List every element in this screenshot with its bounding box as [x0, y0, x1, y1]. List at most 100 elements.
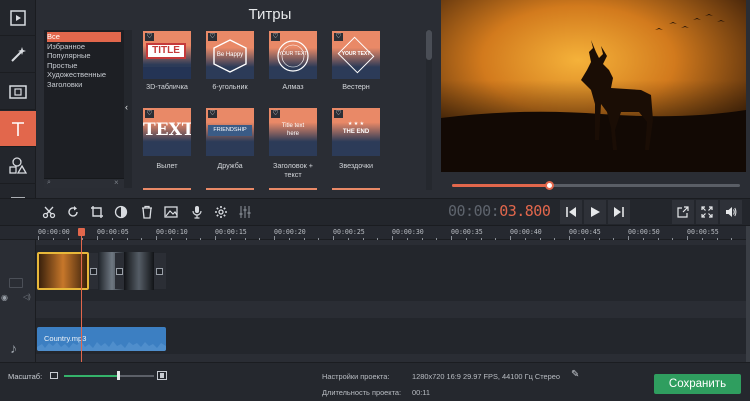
- timecode: 00:00:03.800: [448, 202, 551, 220]
- ruler-tick: [495, 238, 497, 240]
- equalizer-button[interactable]: [234, 201, 256, 223]
- ruler-tick: [259, 238, 261, 240]
- detach-preview-button[interactable]: [672, 200, 694, 224]
- ruler-tick: [377, 238, 379, 240]
- video-clip[interactable]: [124, 252, 154, 290]
- ruler-tick: [67, 238, 69, 240]
- seek-bar-handle[interactable]: [544, 181, 554, 190]
- color-adjust-button[interactable]: [110, 201, 132, 223]
- ruler-tick-label: 00:00:50: [628, 228, 660, 236]
- ruler-tick: [701, 238, 703, 240]
- fullscreen-icon: [701, 206, 713, 218]
- ruler-tick-label: 00:00:10: [156, 228, 188, 236]
- play-button[interactable]: [584, 200, 606, 224]
- zoom-out-icon[interactable]: [50, 372, 58, 379]
- previous-frame-button[interactable]: [560, 200, 582, 224]
- microphone-icon: [192, 206, 202, 219]
- title-text-icon: [12, 121, 24, 136]
- category-popular[interactable]: Популярные: [47, 51, 121, 61]
- media-button[interactable]: [0, 0, 36, 36]
- ruler-tick: [318, 238, 320, 240]
- project-settings-label: Настройки проекта:: [322, 372, 390, 381]
- ruler-tick: [421, 238, 423, 240]
- volume-button[interactable]: [720, 200, 742, 224]
- ruler-tick-label: 00:00:00: [38, 228, 70, 236]
- preview-image: [441, 0, 746, 172]
- title-tile-friendship[interactable]: ♡ FRIENDSHIP: [206, 108, 254, 156]
- ruler-tick: [554, 238, 556, 240]
- playhead-handle[interactable]: [78, 228, 85, 236]
- title-tile-3d-plate[interactable]: ♡ TITLE: [143, 31, 191, 79]
- record-voice-button[interactable]: [186, 201, 208, 223]
- category-all[interactable]: Все: [47, 32, 121, 42]
- tile-preview-text: Be Happy: [216, 52, 244, 58]
- category-headings[interactable]: Заголовки: [47, 80, 121, 90]
- ruler-tick: [156, 236, 157, 240]
- title-tile-flyout[interactable]: ♡ TEXT: [143, 108, 191, 156]
- title-tile-hexagon[interactable]: ♡ Be Happy: [206, 31, 254, 79]
- next-frame-button[interactable]: [608, 200, 630, 224]
- ruler-tick-label: 00:00:25: [333, 228, 365, 236]
- insert-image-button[interactable]: [160, 201, 182, 223]
- crop-icon: [91, 206, 103, 218]
- titles-button[interactable]: [0, 111, 36, 147]
- speaker-icon[interactable]: ◁): [23, 293, 31, 301]
- filters-button[interactable]: [0, 37, 36, 73]
- stickers-button[interactable]: [0, 148, 36, 184]
- favorite-icon[interactable]: ♡: [334, 110, 343, 118]
- ruler-tick: [539, 238, 541, 240]
- ruler-tick: [613, 238, 615, 240]
- category-list: Все Избранное Популярные Простые Художес…: [44, 30, 124, 188]
- tiles-scrollbar-thumb[interactable]: [426, 30, 432, 60]
- category-artistic[interactable]: Художественные: [47, 70, 121, 80]
- title-tile-stars[interactable]: ♡ ★ ★ ★ THE END: [332, 108, 380, 156]
- transition-marker[interactable]: [115, 253, 124, 289]
- fullscreen-button[interactable]: [696, 200, 718, 224]
- zoom-slider-fill: [64, 375, 118, 377]
- favorite-icon[interactable]: ♡: [208, 110, 217, 118]
- favorite-icon[interactable]: ♡: [145, 110, 154, 118]
- transitions-button[interactable]: [0, 74, 36, 110]
- export-icon: [677, 206, 689, 218]
- zoom-in-icon[interactable]: [157, 371, 167, 380]
- title-tile-western[interactable]: ♡ YOUR TEXT: [332, 31, 380, 79]
- ruler-tick: [480, 238, 482, 240]
- delete-button[interactable]: [136, 201, 158, 223]
- cut-button[interactable]: [38, 201, 60, 223]
- ruler-tick: [185, 238, 187, 240]
- favorite-icon[interactable]: ♡: [145, 33, 154, 41]
- tool-rail: [0, 0, 36, 226]
- edit-settings-icon[interactable]: ✎: [571, 369, 579, 380]
- tile-label: Дружба: [217, 161, 243, 170]
- search-input[interactable]: ⌕ ×: [44, 178, 124, 188]
- collapse-panel-button[interactable]: ‹: [124, 30, 132, 188]
- save-button[interactable]: Сохранить: [654, 374, 741, 394]
- ruler-tick: [731, 238, 733, 240]
- transition-marker[interactable]: [89, 253, 98, 289]
- magic-wand-icon: [11, 46, 26, 62]
- transition-marker[interactable]: [154, 253, 166, 289]
- title-tile-heading-text[interactable]: ♡ Title text here: [269, 108, 317, 156]
- equalizer-icon: [239, 206, 251, 218]
- track-headers: ◉ ◁) ♪: [0, 240, 36, 362]
- favorite-icon[interactable]: ♡: [271, 110, 280, 118]
- rotate-button[interactable]: [62, 201, 84, 223]
- video-preview: [441, 0, 746, 172]
- category-simple[interactable]: Простые: [47, 61, 121, 71]
- video-track-thumbnail: [9, 278, 23, 288]
- eye-icon[interactable]: ◉: [1, 293, 8, 302]
- zoom-slider-handle[interactable]: [117, 371, 120, 380]
- favorite-icon[interactable]: ♡: [334, 33, 343, 41]
- title-tile-diamond[interactable]: ♡ YOUR TEXT: [269, 31, 317, 79]
- shapes-icon: [9, 156, 28, 174]
- next-icon: [614, 207, 624, 217]
- ruler-tick: [333, 236, 334, 240]
- clear-search-icon[interactable]: ×: [114, 178, 119, 187]
- clip-properties-button[interactable]: [210, 201, 232, 223]
- category-favorites[interactable]: Избранное: [47, 42, 121, 52]
- ruler-tick: [244, 238, 246, 240]
- playhead[interactable]: [81, 229, 82, 363]
- timeline-scrollbar[interactable]: [746, 226, 750, 362]
- crop-button[interactable]: [86, 201, 108, 223]
- tile-preview-text: FRIENDSHIP: [208, 125, 252, 136]
